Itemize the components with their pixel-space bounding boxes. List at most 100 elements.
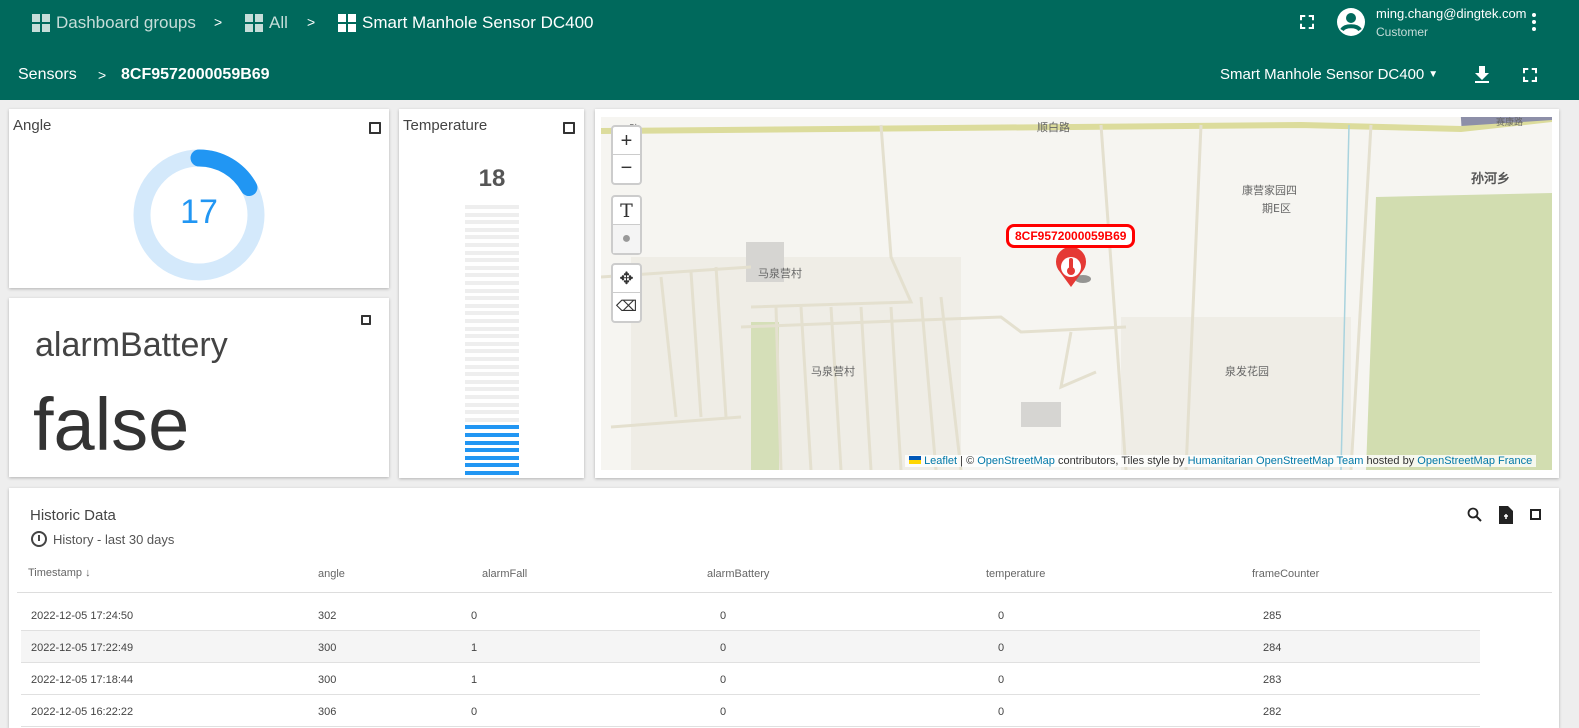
- table-cell: 0: [720, 674, 727, 686]
- alarm-battery-widget: alarmBattery false: [9, 298, 389, 477]
- table-cell: 1: [471, 642, 478, 654]
- more-vert-icon[interactable]: [1532, 13, 1536, 31]
- account-circle-icon[interactable]: [1336, 7, 1366, 37]
- gauge-value-arc: [190, 149, 258, 197]
- move-tool-icon[interactable]: ✥: [613, 265, 640, 293]
- fullscreen-icon[interactable]: [1300, 15, 1314, 29]
- dashboard-grid-icon: [338, 14, 356, 32]
- search-icon[interactable]: [1467, 507, 1483, 523]
- column-label: Timestamp: [28, 567, 82, 579]
- meter-bar: [465, 258, 519, 263]
- table-cell: 285: [1263, 610, 1282, 622]
- breadcrumb-sensors[interactable]: Sensors: [18, 66, 77, 84]
- table-row[interactable]: [21, 695, 1480, 727]
- fullscreen-icon[interactable]: [369, 122, 381, 134]
- column-header-temperature[interactable]: temperature: [986, 568, 1045, 580]
- hot-link[interactable]: Humanitarian OpenStreetMap Team: [1188, 455, 1364, 467]
- temperature-value: 18: [478, 165, 506, 192]
- table-cell: 0: [998, 610, 1005, 622]
- meter-bar: [465, 212, 519, 217]
- meter-bar: [465, 235, 519, 240]
- meter-bar: [465, 296, 519, 301]
- table-cell: 1: [471, 674, 478, 686]
- timewindow[interactable]: History - last 30 days: [31, 531, 174, 547]
- table-cell: 0: [998, 706, 1005, 718]
- meter-bar: [465, 448, 519, 453]
- battery-label: alarmBattery: [35, 326, 228, 364]
- dashboard-grid-icon: [245, 14, 263, 32]
- osm-link[interactable]: OpenStreetMap: [977, 455, 1055, 467]
- dropdown-arrow-icon: ▼: [1428, 69, 1439, 80]
- map-label: 泉发花园: [1225, 364, 1269, 378]
- meter-bar: [465, 455, 519, 460]
- leaflet-link[interactable]: Leaflet: [924, 455, 957, 467]
- breadcrumb-all[interactable]: All: [245, 13, 288, 33]
- battery-value: false: [33, 383, 190, 466]
- breadcrumb-label: All: [269, 13, 288, 32]
- fullscreen-icon[interactable]: [563, 122, 575, 134]
- meter-bar: [465, 463, 519, 468]
- meter-bar: [465, 410, 519, 415]
- breadcrumb-separator: >: [307, 14, 316, 30]
- marker-label[interactable]: 8CF9572000059B69: [1006, 224, 1136, 248]
- column-header-timestamp[interactable]: Timestamp ↓: [28, 567, 91, 579]
- dashboard-state-select[interactable]: Smart Manhole Sensor DC400 ▼: [1220, 66, 1438, 83]
- meter-bar: [465, 471, 519, 475]
- table-row[interactable]: [21, 631, 1480, 663]
- fullscreen-icon[interactable]: [1530, 509, 1541, 520]
- table-cell: 300: [318, 674, 337, 686]
- column-header-alarmfall[interactable]: alarmFall: [482, 568, 527, 580]
- breadcrumb-separator: >: [214, 14, 223, 30]
- table-cell: 284: [1263, 642, 1282, 654]
- eraser-tool-icon[interactable]: ⌫: [613, 293, 640, 321]
- dashboard-select-value: Smart Manhole Sensor DC400: [1220, 66, 1425, 83]
- map-label: 马泉营村: [758, 266, 802, 280]
- map-label: 孙河乡: [1471, 171, 1510, 187]
- osm-france-link[interactable]: OpenStreetMap France: [1417, 455, 1532, 467]
- meter-bar: [465, 243, 519, 247]
- breadcrumb-dashboard-groups[interactable]: Dashboard groups: [32, 13, 196, 33]
- attribution-text: contributors, Tiles style by: [1054, 455, 1188, 467]
- table-row[interactable]: [21, 599, 1480, 631]
- timewindow-label: History - last 30 days: [53, 531, 175, 547]
- table-cell: 283: [1263, 674, 1282, 686]
- attribution-text: | ©: [957, 455, 978, 467]
- map-canvas[interactable]: 顺白路 马泉营村 马泉营村 康营家园四 期E区 泉发花园 路 赛康路 孙河乡: [601, 117, 1552, 470]
- map-label: 康营家园四: [1242, 183, 1297, 197]
- map-attribution: Leaflet | © OpenStreetMap contributors, …: [905, 455, 1537, 467]
- zoom-out-button[interactable]: −: [613, 155, 640, 183]
- column-header-alarmbattery[interactable]: alarmBattery: [707, 568, 769, 580]
- meter-bar: [465, 334, 519, 339]
- draw-toolbar: T ●: [611, 195, 642, 255]
- table-row[interactable]: [21, 663, 1480, 695]
- fullscreen-icon[interactable]: [1523, 68, 1537, 82]
- download-icon[interactable]: [1474, 66, 1490, 84]
- table-cell: 302: [318, 610, 337, 622]
- widget-title: Angle: [13, 117, 52, 134]
- fullscreen-icon[interactable]: [361, 315, 371, 325]
- meter-bar: [465, 303, 519, 308]
- meter-bar: [465, 395, 519, 399]
- column-header-framecounter[interactable]: frameCounter: [1252, 568, 1319, 580]
- breadcrumb-device: 8CF9572000059B69: [121, 66, 270, 83]
- attribution-text: hosted by: [1363, 455, 1418, 467]
- marker-tool-icon[interactable]: ●: [613, 225, 640, 253]
- ukraine-flag-icon: [909, 456, 921, 464]
- sort-arrow-down-icon: ↓: [85, 567, 91, 579]
- breadcrumb-current-dashboard: Smart Manhole Sensor DC400: [338, 13, 594, 33]
- zoom-in-button[interactable]: +: [613, 127, 640, 155]
- meter-bar: [465, 326, 519, 331]
- meter-bar: [465, 227, 519, 232]
- meter-bar: [465, 379, 519, 384]
- column-header-angle[interactable]: angle: [318, 568, 345, 580]
- meter-bar: [465, 220, 519, 225]
- text-tool-icon[interactable]: T: [613, 197, 640, 225]
- export-file-icon[interactable]: [1499, 506, 1513, 524]
- table-cell: 0: [720, 610, 727, 622]
- meter-bar: [465, 265, 519, 270]
- meter-bar: [465, 440, 519, 445]
- angle-widget: Angle 17: [9, 109, 389, 288]
- table-cell: 2022-12-05 17:24:50: [31, 610, 134, 622]
- meter-bar: [465, 357, 519, 361]
- map-label: 期E区: [1262, 202, 1291, 215]
